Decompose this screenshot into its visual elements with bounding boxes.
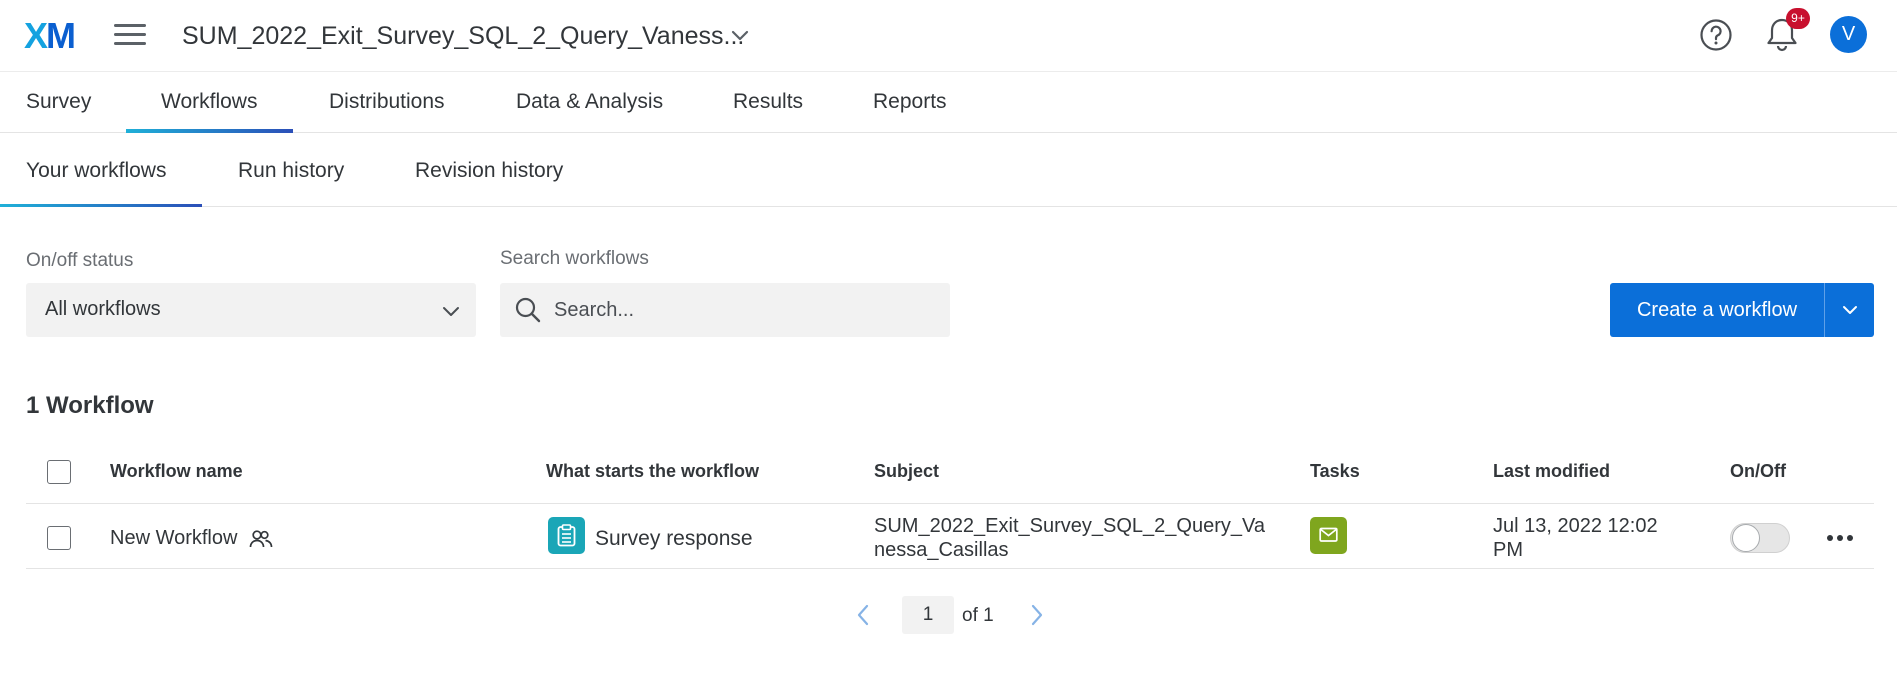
table-divider — [26, 503, 1874, 504]
subject-text: SUM_2022_Exit_Survey_SQL_2_Query_Vanessa… — [874, 515, 1265, 561]
people-icon — [249, 530, 273, 548]
top-bar: XM SUM_2022_Exit_Survey_SQL_2_Query_Vane… — [0, 0, 1897, 72]
toggle-knob — [1732, 524, 1760, 552]
tab-data-analysis[interactable]: Data & Analysis — [516, 90, 663, 114]
email-icon[interactable] — [1310, 517, 1347, 554]
tab-workflows[interactable]: Workflows — [161, 90, 257, 114]
search-box — [500, 283, 950, 337]
chevron-down-icon — [1843, 306, 1857, 314]
notification-badge: 9+ — [1786, 8, 1810, 29]
help-icon[interactable] — [1699, 17, 1733, 53]
more-options-icon[interactable] — [1824, 524, 1856, 552]
tab-results[interactable]: Results — [733, 90, 803, 114]
workflow-name-link[interactable]: New Workflow — [110, 527, 237, 550]
chevron-left-icon[interactable] — [851, 600, 875, 630]
subtab-revision-history[interactable]: Revision history — [415, 159, 563, 183]
column-header-workflow-name[interactable]: Workflow name — [110, 461, 243, 482]
active-subtab-indicator — [0, 204, 202, 207]
status-filter-value: All workflows — [45, 298, 161, 320]
column-header-subject[interactable]: Subject — [874, 461, 939, 482]
page-number-input[interactable]: 1 — [902, 596, 954, 634]
select-all-checkbox[interactable] — [47, 460, 71, 484]
create-workflow-menu-button[interactable] — [1824, 283, 1874, 337]
trigger-label: Survey response — [595, 527, 753, 550]
column-header-tasks[interactable]: Tasks — [1310, 461, 1360, 482]
chevron-down-icon — [443, 307, 459, 316]
search-label: Search workflows — [500, 248, 649, 269]
clipboard-icon — [548, 517, 585, 554]
workflow-count-heading: 1 Workflow — [26, 392, 154, 419]
search-icon — [515, 297, 541, 323]
subtab-your-workflows[interactable]: Your workflows — [26, 159, 166, 183]
survey-title[interactable]: SUM_2022_Exit_Survey_SQL_2_Query_Vaness.… — [182, 20, 744, 52]
table-divider — [26, 568, 1874, 569]
tab-survey[interactable]: Survey — [26, 90, 91, 114]
user-avatar[interactable]: V — [1830, 16, 1867, 53]
xm-logo[interactable]: XM — [24, 18, 76, 54]
row-checkbox[interactable] — [47, 526, 71, 550]
chevron-right-icon[interactable] — [1025, 600, 1049, 630]
column-header-last-modified[interactable]: Last modified — [1493, 461, 1610, 482]
create-workflow-button[interactable]: Create a workflow — [1610, 283, 1824, 337]
main-tabs: Survey Workflows Distributions Data & An… — [0, 72, 1897, 133]
workflow-toggle[interactable] — [1730, 523, 1790, 553]
sub-tabs: Your workflows Run history Revision hist… — [0, 133, 1897, 207]
page-count-label: of 1 — [962, 605, 994, 626]
status-filter-label: On/off status — [26, 250, 134, 271]
column-header-trigger[interactable]: What starts the workflow — [546, 461, 759, 482]
search-input[interactable] — [554, 291, 934, 329]
status-filter-select[interactable]: All workflows — [26, 283, 476, 337]
column-header-on-off[interactable]: On/Off — [1730, 461, 1786, 482]
subtab-run-history[interactable]: Run history — [238, 159, 344, 183]
chevron-down-icon[interactable] — [726, 22, 754, 50]
last-modified-text: Jul 13, 2022 12:02 PM — [1493, 515, 1658, 561]
tab-reports[interactable]: Reports — [873, 90, 947, 114]
tab-distributions[interactable]: Distributions — [329, 90, 445, 114]
menu-icon[interactable] — [114, 22, 146, 48]
